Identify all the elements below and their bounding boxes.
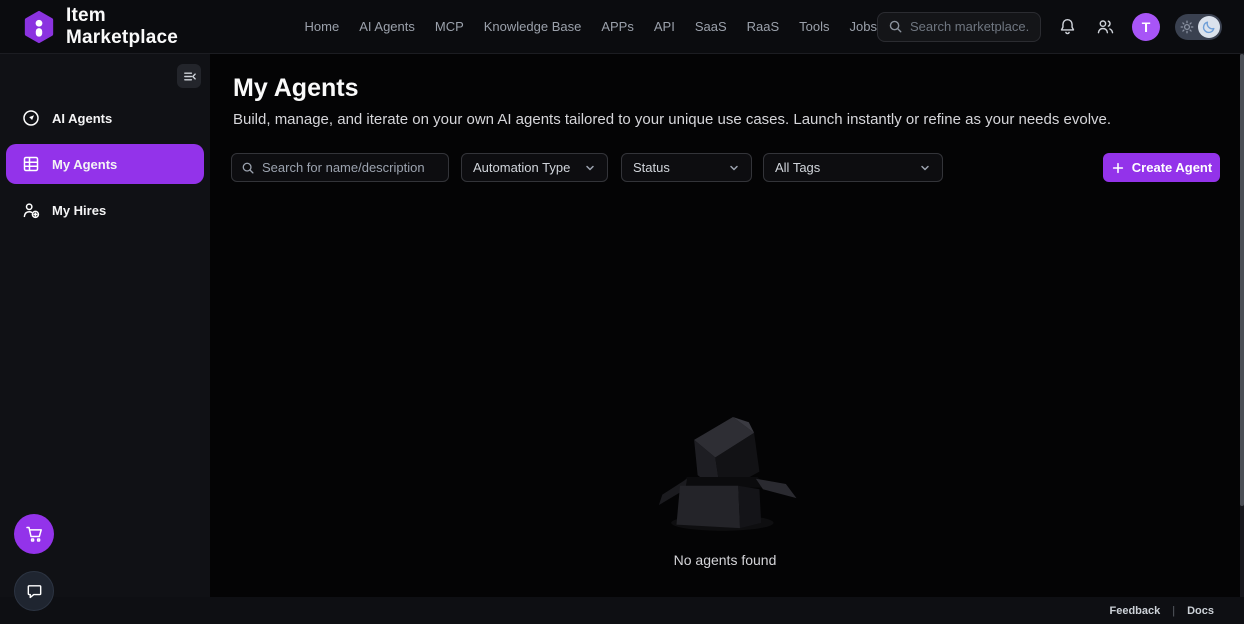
tags-select[interactable]: All Tags xyxy=(763,153,943,182)
collapse-sidebar-icon xyxy=(182,69,197,84)
filter-bar: Automation Type Status All Tags Create A… xyxy=(210,153,1244,182)
nav-item-jobs[interactable]: Jobs xyxy=(850,19,877,34)
navbar-actions: T xyxy=(877,12,1222,42)
main-content: My Agents Build, manage, and iterate on … xyxy=(210,54,1244,597)
bell-icon xyxy=(1058,17,1077,36)
nav-item-apps[interactable]: APPs xyxy=(601,19,634,34)
marketplace-search-input[interactable] xyxy=(910,19,1030,34)
marketplace-search[interactable] xyxy=(877,12,1041,42)
nav-item-api[interactable]: API xyxy=(654,19,675,34)
sidebar-item-label: My Agents xyxy=(52,157,117,172)
agent-search[interactable] xyxy=(231,153,449,182)
cart-button[interactable] xyxy=(14,514,54,554)
sidebar-item-my-agents[interactable]: My Agents xyxy=(6,144,204,184)
page-subtitle: Build, manage, and iterate on your own A… xyxy=(233,111,1111,128)
sidebar-item-ai-agents[interactable]: AI Agents xyxy=(6,98,204,138)
community-button[interactable] xyxy=(1094,15,1117,38)
automation-type-value: Automation Type xyxy=(473,160,570,175)
create-agent-button[interactable]: Create Agent xyxy=(1103,153,1220,182)
brand-logo-icon xyxy=(22,10,56,44)
tags-value: All Tags xyxy=(775,160,820,175)
create-agent-label: Create Agent xyxy=(1132,160,1212,175)
footer: Feedback | Docs xyxy=(0,597,1244,624)
scrollbar-track[interactable] xyxy=(1240,54,1244,597)
nav-item-home[interactable]: Home xyxy=(305,19,340,34)
search-icon xyxy=(888,19,903,34)
plus-icon xyxy=(1111,161,1125,175)
chevron-down-icon xyxy=(584,162,596,174)
status-select[interactable]: Status xyxy=(621,153,752,182)
footer-divider: | xyxy=(1172,605,1175,617)
sidebar-item-my-hires[interactable]: My Hires xyxy=(6,190,204,230)
brand-title: Item Marketplace xyxy=(66,5,201,49)
sidebar-item-label: AI Agents xyxy=(52,111,112,126)
user-avatar[interactable]: T xyxy=(1132,13,1160,41)
automation-type-select[interactable]: Automation Type xyxy=(461,153,608,182)
chevron-down-icon xyxy=(919,162,931,174)
empty-state-message: No agents found xyxy=(210,552,1240,568)
agent-search-input[interactable] xyxy=(262,160,439,175)
theme-toggle-knob xyxy=(1198,16,1220,38)
empty-box-illustration xyxy=(650,394,800,544)
sidebar-collapse-button[interactable] xyxy=(177,64,201,88)
nav-item-knowledge-base[interactable]: Knowledge Base xyxy=(484,19,582,34)
nav-item-ai-agents[interactable]: AI Agents xyxy=(359,19,415,34)
nav-item-tools[interactable]: Tools xyxy=(799,19,829,34)
top-navbar: Item Marketplace Home AI Agents MCP Know… xyxy=(0,0,1244,54)
main-nav: Home AI Agents MCP Knowledge Base APPs A… xyxy=(305,19,877,34)
docs-link[interactable]: Docs xyxy=(1187,605,1214,617)
page-title: My Agents xyxy=(233,74,358,103)
moon-icon xyxy=(1202,20,1216,34)
notifications-button[interactable] xyxy=(1056,15,1079,38)
users-icon xyxy=(1096,17,1115,36)
chevron-down-icon xyxy=(728,162,740,174)
ai-agents-icon xyxy=(22,109,40,127)
empty-state: No agents found xyxy=(210,394,1240,568)
nav-item-mcp[interactable]: MCP xyxy=(435,19,464,34)
brand: Item Marketplace xyxy=(22,5,201,49)
status-value: Status xyxy=(633,160,670,175)
feedback-link[interactable]: Feedback xyxy=(1109,605,1160,617)
sun-icon xyxy=(1180,20,1194,34)
search-icon xyxy=(241,161,255,175)
cart-icon xyxy=(24,524,44,544)
sidebar-item-label: My Hires xyxy=(52,203,106,218)
scrollbar-thumb[interactable] xyxy=(1240,54,1244,506)
theme-toggle[interactable] xyxy=(1175,14,1222,40)
my-agents-icon xyxy=(22,155,40,173)
my-hires-icon xyxy=(22,201,40,219)
nav-item-raas[interactable]: RaaS xyxy=(747,19,780,34)
nav-item-saas[interactable]: SaaS xyxy=(695,19,727,34)
